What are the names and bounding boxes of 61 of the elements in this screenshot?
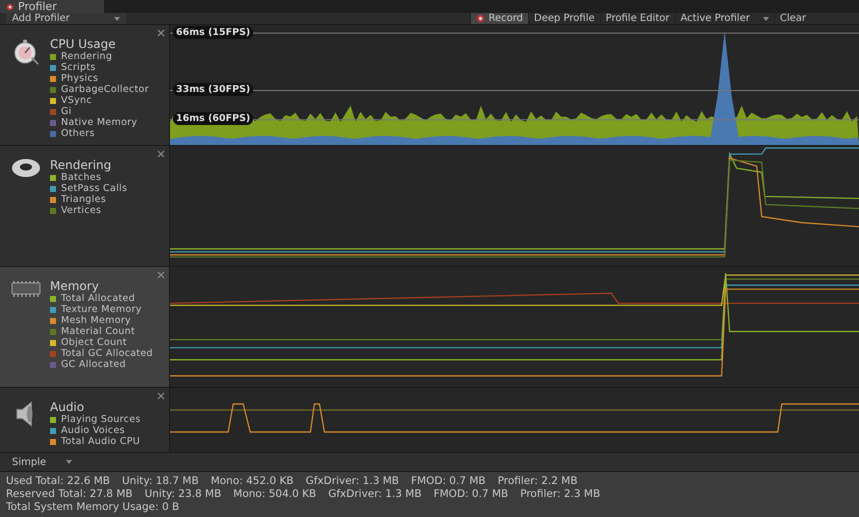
legend-label: Gi	[61, 106, 72, 117]
memory-stat: Mono: 504.0 KB	[233, 488, 316, 501]
legend-label: Texture Memory	[61, 304, 142, 315]
legend-label: Total Allocated	[61, 293, 135, 304]
stopwatch-icon	[12, 37, 40, 65]
legend-label: Physics	[61, 73, 98, 84]
module-panel[interactable]: Memory Total Allocated Texture Memory Mesh Memory Material Count Object Count Total GC Allocated GC Allocated	[0, 267, 170, 387]
close-icon[interactable]	[157, 271, 165, 279]
module-title: CPU Usage	[50, 37, 117, 51]
memory-stat: GfxDriver: 1.3 MB	[328, 488, 422, 501]
threshold-label: 66ms (15FPS)	[173, 26, 254, 39]
legend-label: Total Audio CPU	[61, 436, 140, 447]
legend-label: Audio Voices	[61, 425, 125, 436]
caret-icon	[66, 460, 72, 464]
legend-label: Batches	[61, 172, 102, 183]
profiler-tab[interactable]: Profiler	[0, 0, 104, 13]
module-panel[interactable]: Rendering Batches SetPass Calls Triangles Vertices	[0, 146, 170, 266]
legend-label: Material Count	[61, 326, 136, 337]
legend-label: Native Memory	[61, 117, 138, 128]
legend-label: GC Allocated	[61, 359, 126, 370]
legend-label: Others	[61, 128, 95, 139]
torus-icon	[11, 158, 41, 178]
memory-stat: Profiler: 2.3 MB	[520, 488, 600, 501]
caret-icon	[762, 16, 769, 20]
memory-stat: Total System Memory Usage: 0 B	[6, 501, 180, 514]
legend-label: SetPass Calls	[61, 183, 128, 194]
module-title: Rendering	[50, 158, 112, 172]
close-icon[interactable]	[157, 150, 165, 158]
memory-stat: FMOD: 0.7 MB	[434, 488, 508, 501]
memory-stat: Profiler: 2.2 MB	[498, 475, 578, 488]
memory-stat: Unity: 23.8 MB	[144, 488, 222, 501]
memory-stat: Unity: 18.7 MB	[122, 475, 199, 488]
memory-stat: GfxDriver: 1.3 MB	[306, 475, 399, 488]
threshold-label: 16ms (60FPS)	[173, 112, 254, 125]
legend-label: Vertices	[61, 205, 102, 216]
legend-label: Object Count	[61, 337, 127, 348]
legend-label: Playing Sources	[61, 414, 141, 425]
legend-label: GarbageCollector	[61, 84, 149, 95]
threshold-label: 33ms (30FPS)	[173, 83, 254, 96]
record-icon	[6, 2, 14, 10]
legend-label: Triangles	[61, 194, 106, 205]
chip-icon	[10, 279, 42, 299]
module-title: Memory	[50, 279, 100, 293]
module-panel[interactable]: CPU Usage Rendering Scripts Physics GarbageCollector VSync Gi Native Memory Others	[0, 25, 170, 145]
memory-stat: FMOD: 0.7 MB	[410, 475, 486, 488]
memory-stat: Reserved Total: 27.8 MB	[6, 488, 133, 501]
legend-label: VSync	[61, 95, 92, 106]
module-panel[interactable]: Audio Playing Sources Audio Voices Total Audio CPU	[0, 388, 170, 452]
memory-stat: Mono: 452.0 KB	[210, 475, 294, 488]
legend-label: Scripts	[61, 62, 96, 73]
add-profiler-dropdown[interactable]: Add Profiler	[6, 13, 126, 24]
caret-icon	[114, 16, 120, 20]
legend-label: Mesh Memory	[61, 315, 131, 326]
legend-label: Total GC Allocated	[61, 348, 153, 359]
memory-stat: Used Total: 22.6 MB	[6, 475, 110, 488]
close-icon[interactable]	[157, 392, 165, 400]
legend-label: Rendering	[61, 51, 112, 62]
toolbar-button[interactable]: Record	[470, 13, 528, 24]
record-icon	[476, 14, 486, 23]
close-icon[interactable]	[157, 29, 165, 37]
module-title: Audio	[50, 400, 86, 414]
